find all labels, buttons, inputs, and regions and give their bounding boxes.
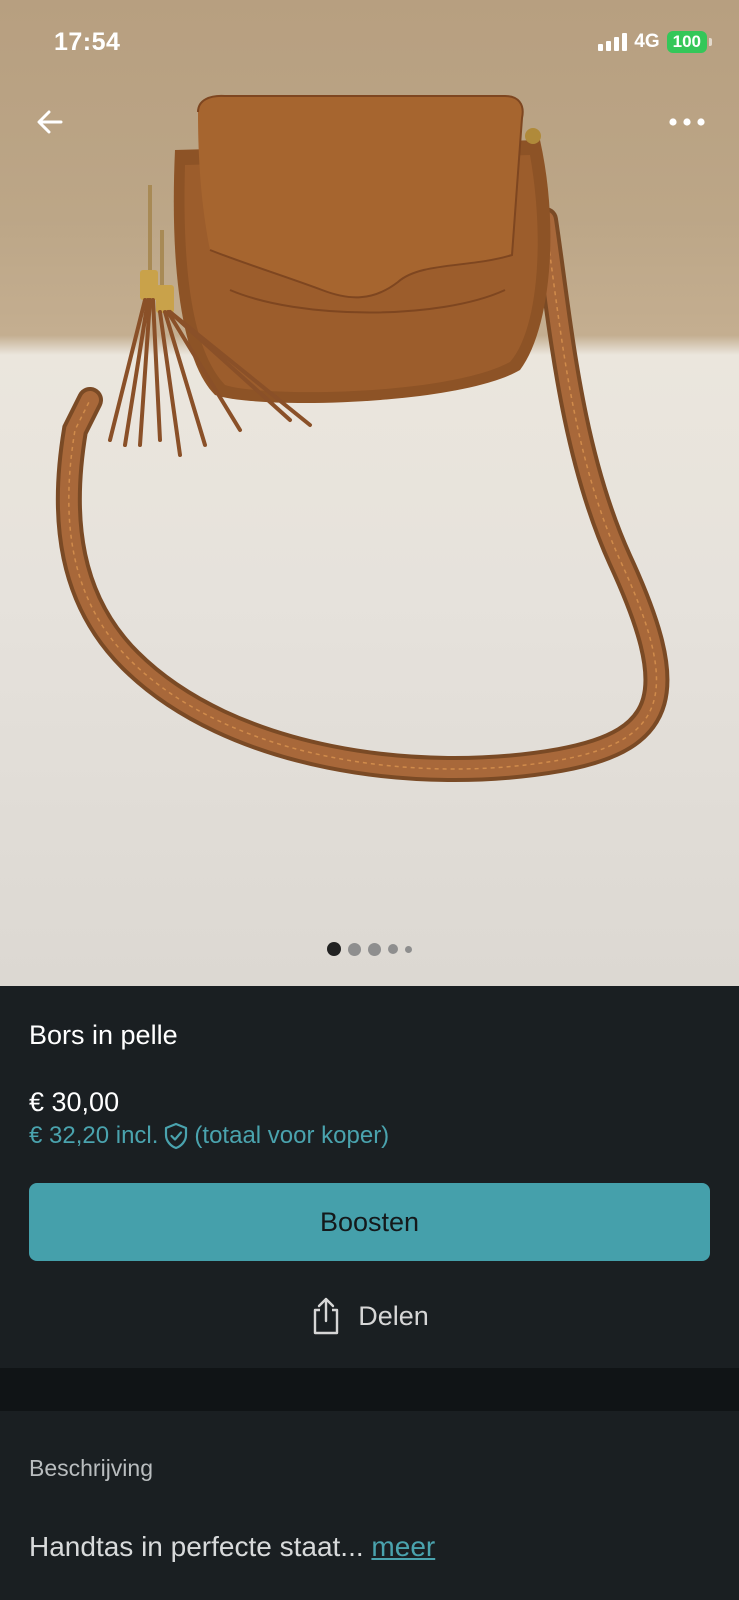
gallery-pagination: [0, 942, 739, 956]
gallery-dot[interactable]: [348, 942, 361, 956]
buyer-total-price[interactable]: € 32,20 incl. (totaal voor koper): [29, 1122, 389, 1150]
share-icon: [314, 1297, 339, 1335]
description-text-row: Handtas in perfecte staat... meer: [29, 1531, 435, 1563]
more-horizontal-icon: [669, 118, 705, 126]
arrow-left-icon: [37, 110, 63, 134]
description-section: Beschrijving Handtas in perfecte staat..…: [0, 1411, 739, 1600]
listing-info: Bors in pelle € 30,00 € 32,20 incl. (tot…: [0, 986, 739, 1368]
gallery-dot[interactable]: [388, 944, 398, 954]
product-photo[interactable]: 17:54 4G 100: [0, 0, 739, 986]
battery-icon: 100: [666, 31, 713, 53]
more-options-button[interactable]: [659, 100, 715, 144]
back-button[interactable]: [28, 100, 72, 144]
gallery-dot[interactable]: [405, 945, 412, 953]
status-indicators: 4G 100: [598, 31, 713, 53]
boost-button[interactable]: Boosten: [29, 1183, 710, 1261]
share-button[interactable]: Delen: [0, 1286, 739, 1346]
signal-icon: [598, 33, 628, 51]
listing-title: Bors in pelle: [29, 1020, 178, 1050]
read-more-link[interactable]: meer: [371, 1531, 435, 1562]
description-text: Handtas in perfecte staat...: [29, 1531, 364, 1562]
description-heading: Beschrijving: [29, 1455, 153, 1481]
status-time: 17:54: [54, 28, 121, 56]
gallery-dot[interactable]: [368, 942, 381, 956]
network-type: 4G: [634, 31, 660, 52]
price-incl-amount: € 32,20 incl.: [29, 1122, 159, 1149]
handbag-image: [55, 94, 670, 783]
section-divider: [0, 1368, 739, 1411]
listing-price: € 30,00: [29, 1087, 120, 1117]
gallery-dot[interactable]: [327, 942, 341, 956]
price-incl-suffix: (totaal voor koper): [194, 1122, 390, 1149]
shield-check-icon: [165, 1122, 188, 1150]
share-label: Delen: [358, 1300, 429, 1331]
